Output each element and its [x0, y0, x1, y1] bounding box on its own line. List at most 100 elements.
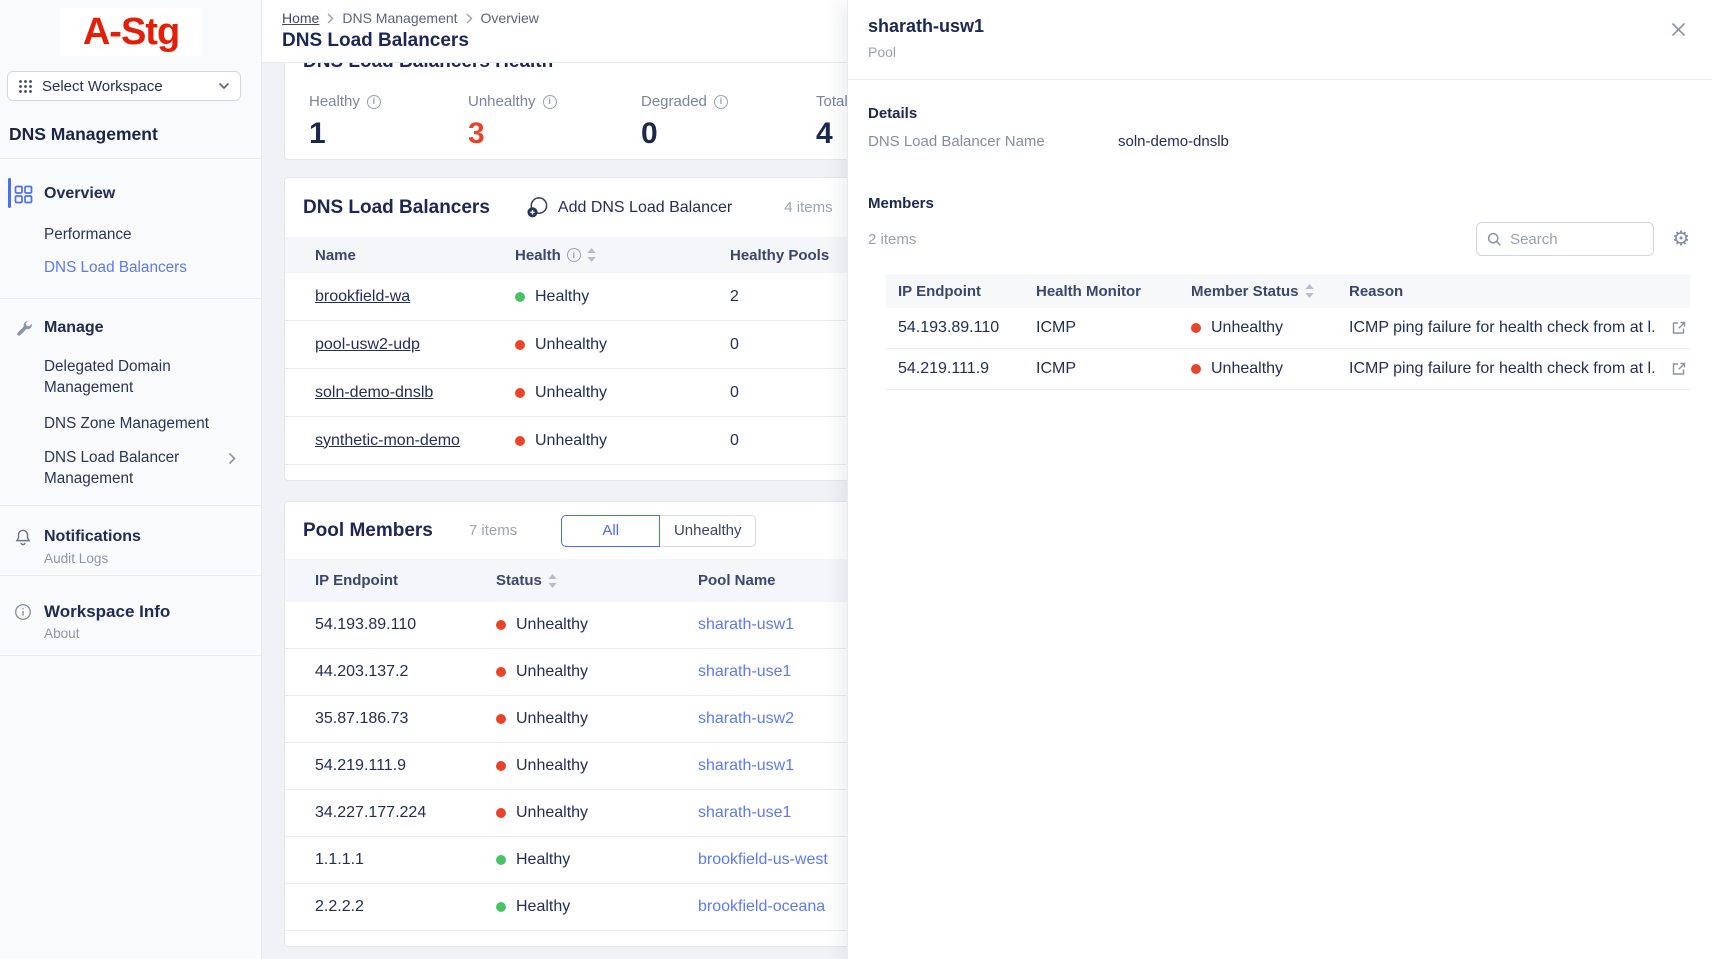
stat-total-value: 4 — [816, 117, 848, 151]
breadcrumb-dns-management[interactable]: DNS Management — [342, 10, 457, 26]
breadcrumb-overview[interactable]: Overview — [481, 10, 539, 26]
ip-endpoint: 44.203.137.2 — [285, 663, 496, 681]
sidebar-item-overview-label: Overview — [44, 185, 115, 203]
divider — [0, 505, 261, 506]
divider — [0, 575, 261, 576]
table-row: 54.193.89.110 ICMP Unhealthy ICMP ping f… — [886, 308, 1690, 349]
add-dns-load-balancer-button[interactable]: Add DNS Load Balancer — [526, 196, 732, 219]
dns-lb-name-value: soln-demo-dnslb — [1118, 133, 1229, 150]
stat-unhealthy-label: Unhealthy — [468, 93, 536, 110]
members-search[interactable] — [1476, 222, 1654, 256]
gear-icon[interactable]: ⚙ — [1672, 229, 1690, 249]
sidebar-item-workspace-info[interactable]: Workspace Info — [0, 599, 261, 625]
workspace-selector[interactable]: Select Workspace — [7, 71, 241, 101]
sidebar-item-overview[interactable]: Overview — [0, 181, 261, 207]
members-table: IP Endpoint Health Monitor Member Status… — [886, 274, 1690, 390]
status-filter-toggle: All Unhealthy — [561, 515, 756, 547]
m-col-ip: IP Endpoint — [886, 283, 1036, 300]
pool-link[interactable]: sharath-usw2 — [698, 710, 794, 728]
stat-degraded-value: 0 — [641, 117, 728, 151]
lb-link[interactable]: pool-usw2-udp — [315, 336, 420, 354]
ip-endpoint: 2.2.2.2 — [285, 898, 496, 916]
details-section-title: Details — [868, 105, 917, 122]
pm-col-status[interactable]: Status — [496, 572, 698, 589]
sidebar-item-notifications[interactable]: Notifications — [0, 524, 261, 550]
sidebar-item-audit-logs[interactable]: Audit Logs — [44, 551, 108, 566]
sidebar-item-about[interactable]: About — [44, 626, 80, 641]
lb-link[interactable]: soln-demo-dnslb — [315, 384, 433, 402]
sidebar-item-delegated-domain[interactable]: Delegated Domain Management — [44, 356, 222, 398]
search-icon — [1487, 232, 1502, 247]
table-row: 54.219.111.9 ICMP Unhealthy ICMP ping fa… — [886, 349, 1690, 390]
pool-link[interactable]: sharath-use1 — [698, 804, 791, 822]
search-input[interactable] — [1510, 231, 1630, 248]
m-col-member-status[interactable]: Member Status — [1191, 283, 1349, 300]
drawer-header: sharath-usw1 Pool — [848, 0, 1712, 80]
member-reason: ICMP ping failure for health check from … — [1349, 319, 1656, 337]
sidebar-item-dns-lb-management[interactable]: DNS Load Balancer Management — [44, 447, 222, 489]
lb-link[interactable]: synthetic-mon-demo — [315, 432, 460, 450]
status-dot-unhealthy — [1191, 364, 1201, 374]
stat-total: Total 4 — [816, 93, 848, 151]
pool-link[interactable]: sharath-usw1 — [698, 757, 794, 775]
members-section-title: Members — [868, 195, 934, 212]
pool-link[interactable]: brookfield-us-west — [698, 851, 828, 869]
sidebar: A-Stg Select Workspace DNS Management Ov… — [0, 0, 262, 959]
filter-all-button[interactable]: All — [561, 515, 660, 547]
status-dot-healthy — [496, 855, 506, 865]
external-link-icon[interactable] — [1672, 362, 1686, 376]
divider — [0, 655, 261, 656]
m-col-reason: Reason — [1349, 283, 1656, 300]
stat-total-label: Total — [816, 93, 848, 110]
ip-endpoint: 54.193.89.110 — [285, 616, 496, 634]
sidebar-item-dns-load-balancers[interactable]: DNS Load Balancers — [44, 257, 222, 278]
sidebar-item-manage[interactable]: Manage — [0, 315, 261, 341]
drawer-subtitle: Pool — [868, 44, 1712, 60]
lb-items-count: 4 items — [784, 199, 832, 216]
detail-row: DNS Load Balancer Name soln-demo-dnslb — [868, 133, 1229, 150]
status-dot-unhealthy — [515, 388, 525, 398]
logo-text: A-Stg — [83, 11, 179, 54]
sidebar-item-notifications-label: Notifications — [44, 528, 141, 546]
app-logo: A-Stg — [60, 8, 202, 56]
ip-endpoint: 1.1.1.1 — [285, 851, 496, 869]
chevron-right-icon[interactable] — [228, 452, 236, 465]
info-icon[interactable] — [367, 95, 381, 109]
external-link-icon[interactable] — [1672, 321, 1686, 335]
sidebar-item-manage-label: Manage — [44, 319, 104, 337]
ip-endpoint: 34.227.177.224 — [285, 804, 496, 822]
member-ip: 54.193.89.110 — [886, 319, 1036, 337]
pool-link[interactable]: brookfield-oceana — [698, 898, 825, 916]
chevron-right-icon — [466, 13, 473, 24]
pool-link[interactable]: sharath-use1 — [698, 663, 791, 681]
sidebar-item-performance[interactable]: Performance — [44, 224, 222, 245]
members-controls: 2 items ⚙ — [868, 222, 1690, 256]
sidebar-item-dns-zone[interactable]: DNS Zone Management — [44, 413, 222, 434]
page-title: DNS Load Balancers — [282, 30, 469, 52]
status-dot-unhealthy — [515, 340, 525, 350]
filter-unhealthy-button[interactable]: Unhealthy — [660, 515, 756, 547]
status-dot-unhealthy — [496, 714, 506, 724]
close-icon[interactable] — [1671, 22, 1686, 37]
info-icon[interactable] — [567, 248, 581, 262]
m-col-health-monitor: Health Monitor — [1036, 283, 1191, 300]
stat-healthy: Healthy 1 — [309, 93, 381, 151]
stat-healthy-value: 1 — [309, 117, 381, 151]
breadcrumb-home-link[interactable]: Home — [282, 10, 319, 26]
lb-col-name: Name — [285, 247, 515, 264]
status-dot-unhealthy — [515, 436, 525, 446]
stat-degraded: Degraded 0 — [641, 93, 728, 151]
status-dot-unhealthy — [496, 761, 506, 771]
members-table-header: IP Endpoint Health Monitor Member Status… — [886, 274, 1690, 308]
sort-icon — [1305, 284, 1314, 298]
lb-link[interactable]: brookfield-wa — [315, 288, 410, 306]
info-icon[interactable] — [543, 95, 557, 109]
add-dns-load-balancer-label: Add DNS Load Balancer — [558, 199, 732, 217]
stat-healthy-label: Healthy — [309, 93, 360, 110]
pool-link[interactable]: sharath-usw1 — [698, 616, 794, 634]
info-circle-icon — [14, 603, 34, 621]
lb-col-health[interactable]: Health — [515, 247, 730, 264]
info-icon[interactable] — [714, 95, 728, 109]
status-dot-unhealthy — [496, 620, 506, 630]
member-reason: ICMP ping failure for health check from … — [1349, 360, 1656, 378]
